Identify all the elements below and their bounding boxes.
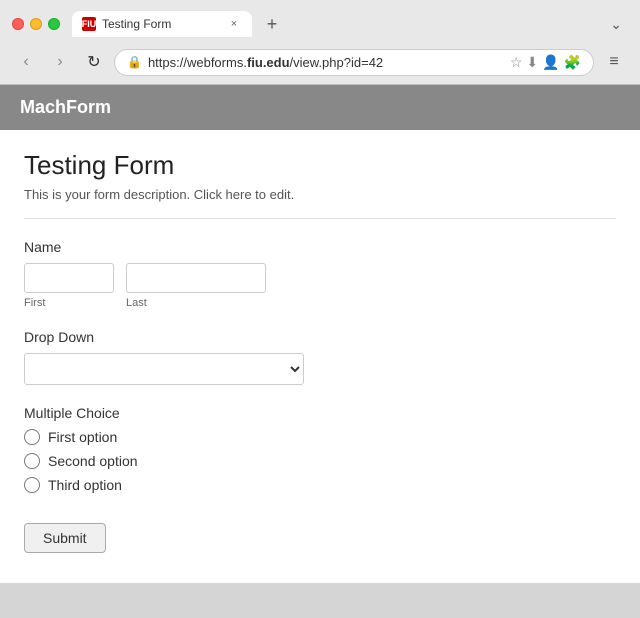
account-icon[interactable]: 👤 bbox=[542, 54, 559, 71]
tab-menu-button[interactable]: ⌄ bbox=[604, 12, 628, 37]
last-name-input[interactable] bbox=[126, 263, 266, 293]
radio-label-3: Third option bbox=[48, 477, 122, 493]
form-container: Testing Form This is your form descripti… bbox=[0, 130, 640, 583]
address-bar[interactable]: 🔒 https://webforms.fiu.edu/view.php?id=4… bbox=[114, 49, 594, 76]
dropdown-label: Drop Down bbox=[24, 329, 616, 345]
tab-favicon: FIU bbox=[82, 17, 96, 31]
tab-area: FIU Testing Form × + bbox=[72, 10, 596, 38]
active-tab[interactable]: FIU Testing Form × bbox=[72, 11, 252, 37]
browser-menu-button[interactable]: ≡ bbox=[600, 48, 628, 76]
url-suffix: /view.php?id=42 bbox=[290, 55, 384, 70]
lock-icon: 🔒 bbox=[127, 55, 142, 69]
radio-option-1[interactable]: First option bbox=[24, 429, 616, 445]
name-field: Name First Last bbox=[24, 239, 616, 309]
url-domain: fiu.edu bbox=[247, 55, 290, 70]
name-fields: First Last bbox=[24, 263, 616, 309]
radio-label-2: Second option bbox=[48, 453, 138, 469]
dropdown-field: Drop Down Option 1 Option 2 Option 3 bbox=[24, 329, 616, 385]
radio-group: First option Second option Third option bbox=[24, 429, 616, 493]
form-title: Testing Form bbox=[24, 150, 616, 181]
maximize-window-button[interactable] bbox=[48, 18, 60, 30]
form-description[interactable]: This is your form description. Click her… bbox=[24, 187, 616, 219]
extensions-icon[interactable]: 🧩 bbox=[564, 54, 581, 71]
radio-input-2[interactable] bbox=[24, 453, 40, 469]
dropdown-select[interactable]: Option 1 Option 2 Option 3 bbox=[24, 353, 304, 385]
multiple-choice-field: Multiple Choice First option Second opti… bbox=[24, 405, 616, 493]
last-name-label: Last bbox=[126, 297, 266, 309]
machform-logo: MachForm bbox=[20, 97, 111, 117]
url-text: https://webforms.fiu.edu/view.php?id=42 bbox=[148, 55, 504, 70]
minimize-window-button[interactable] bbox=[30, 18, 42, 30]
refresh-button[interactable]: ↻ bbox=[80, 48, 108, 76]
browser-chrome: FIU Testing Form × + ⌄ ‹ › ↻ 🔒 https://w… bbox=[0, 0, 640, 85]
submit-button[interactable]: Submit bbox=[24, 523, 106, 553]
forward-button[interactable]: › bbox=[46, 48, 74, 76]
tab-close-button[interactable]: × bbox=[226, 16, 242, 32]
new-tab-button[interactable]: + bbox=[258, 10, 286, 38]
back-button[interactable]: ‹ bbox=[12, 48, 40, 76]
first-name-label: First bbox=[24, 297, 114, 309]
traffic-lights bbox=[12, 18, 60, 30]
address-right-icons: ☆ ⬇ 👤 🧩 bbox=[510, 54, 581, 71]
page-footer bbox=[0, 583, 640, 603]
pocket-icon[interactable]: ⬇ bbox=[526, 54, 538, 71]
last-name-group: Last bbox=[126, 263, 266, 309]
radio-input-3[interactable] bbox=[24, 477, 40, 493]
radio-label-1: First option bbox=[48, 429, 117, 445]
radio-input-1[interactable] bbox=[24, 429, 40, 445]
machform-header: MachForm bbox=[0, 85, 640, 130]
first-name-input[interactable] bbox=[24, 263, 114, 293]
name-label: Name bbox=[24, 239, 616, 255]
radio-option-3[interactable]: Third option bbox=[24, 477, 616, 493]
multiple-choice-label: Multiple Choice bbox=[24, 405, 616, 421]
tab-title: Testing Form bbox=[102, 17, 220, 31]
bookmark-icon[interactable]: ☆ bbox=[510, 54, 523, 71]
title-bar: FIU Testing Form × + ⌄ bbox=[0, 0, 640, 44]
nav-bar: ‹ › ↻ 🔒 https://webforms.fiu.edu/view.ph… bbox=[0, 44, 640, 84]
first-name-group: First bbox=[24, 263, 114, 309]
url-prefix: https://webforms. bbox=[148, 55, 247, 70]
radio-option-2[interactable]: Second option bbox=[24, 453, 616, 469]
close-window-button[interactable] bbox=[12, 18, 24, 30]
